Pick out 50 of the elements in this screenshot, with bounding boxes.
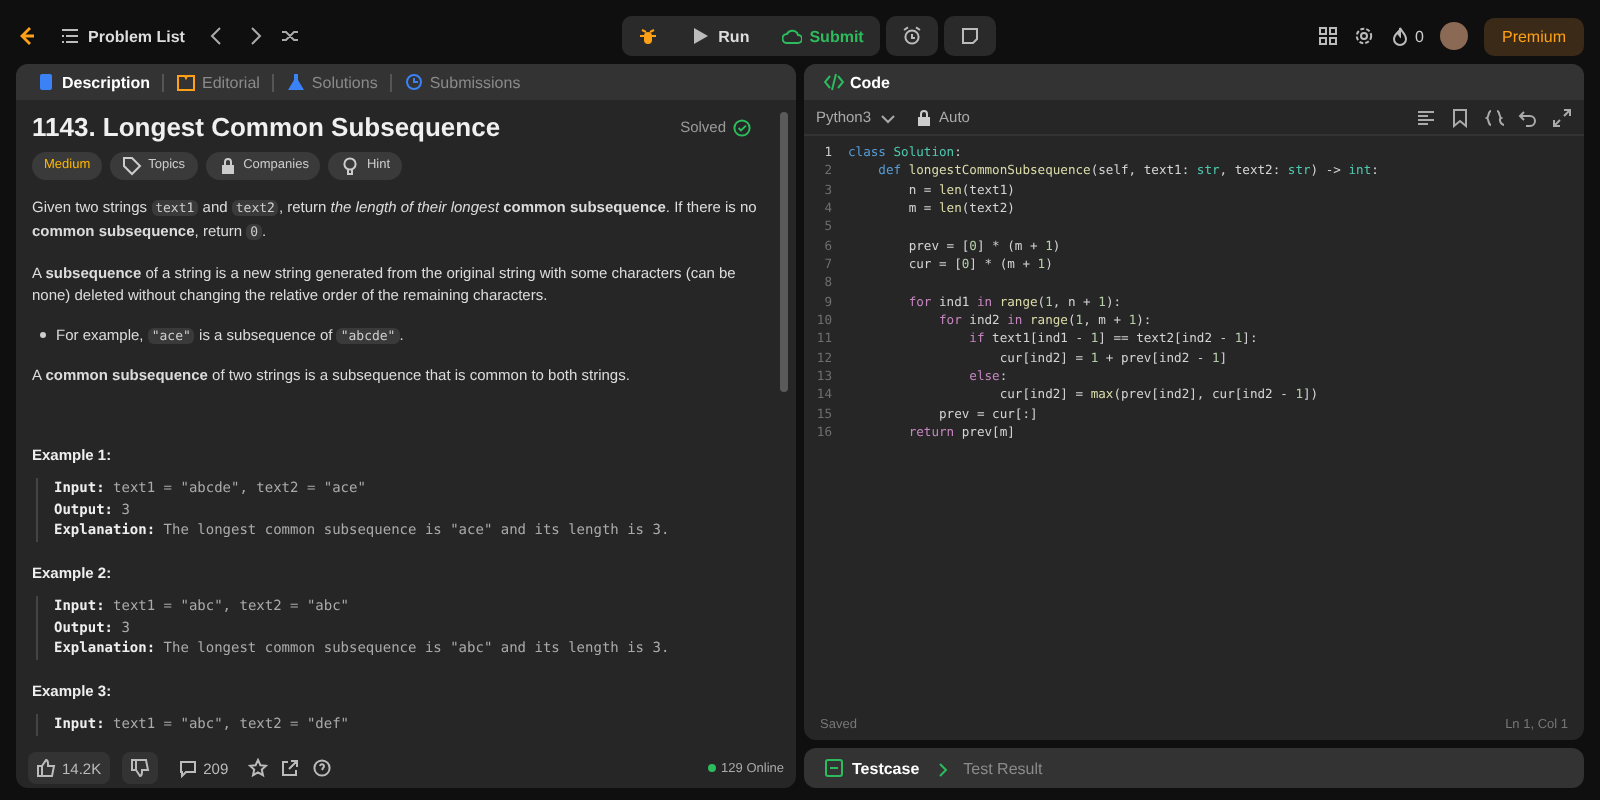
lightbulb-icon (340, 155, 361, 175)
settings-icon[interactable] (1353, 26, 1374, 46)
premium-button[interactable]: Premium (1483, 17, 1584, 55)
console-tab[interactable]: Testcase (816, 754, 928, 782)
thumbs-up-icon (36, 758, 56, 778)
avatar[interactable] (1439, 22, 1468, 50)
alarm-clock-icon (901, 26, 922, 46)
flask-icon (285, 72, 306, 92)
list-icon (60, 26, 80, 46)
document-icon (36, 72, 56, 92)
timer-button[interactable] (885, 16, 938, 56)
bug-icon (638, 26, 659, 46)
comment-icon (177, 758, 198, 778)
panel-tab[interactable]: Submissions (395, 68, 529, 96)
book-icon (176, 72, 197, 92)
flame-icon[interactable] (1389, 26, 1410, 46)
cloud-upload-icon (781, 26, 802, 46)
problem-title: 1143. Longest Common Subsequence (32, 116, 501, 139)
note-icon (959, 26, 980, 46)
braces-icon[interactable] (1484, 107, 1504, 127)
panel-tab[interactable]: Description (28, 68, 159, 96)
lock-icon (217, 155, 238, 175)
play-icon (690, 26, 711, 46)
console-tab[interactable]: Test Result (927, 754, 1051, 782)
shuffle-icon[interactable] (280, 26, 301, 46)
thumbs-down-icon (129, 758, 150, 778)
problem-list-button[interactable]: Problem List (52, 20, 193, 52)
panel-tab[interactable]: Editorial (168, 68, 268, 96)
clock-icon (403, 72, 424, 92)
streak-count: 0 (1415, 27, 1424, 45)
lock-icon (913, 107, 934, 127)
star-icon[interactable] (248, 758, 269, 778)
online-dot (707, 764, 716, 772)
tag-icon (122, 155, 143, 175)
bullet-dot (40, 331, 46, 337)
panel-title: Code (816, 68, 898, 96)
undo-icon[interactable] (1518, 107, 1538, 127)
checkbox-icon (824, 758, 844, 778)
panel-tab[interactable]: Solutions (277, 68, 386, 96)
bookmark-icon[interactable] (1450, 107, 1470, 127)
dislike-button[interactable] (121, 752, 158, 784)
code-icon (824, 72, 844, 92)
logo-icon[interactable] (16, 26, 36, 46)
format-icon[interactable] (1416, 107, 1436, 127)
grid-icon[interactable] (1317, 26, 1338, 46)
scrollbar-thumb[interactable] (780, 112, 788, 392)
expand-icon[interactable] (1552, 107, 1572, 127)
notes-button[interactable] (943, 16, 996, 56)
share-icon[interactable] (280, 758, 301, 778)
help-icon[interactable] (312, 758, 333, 778)
